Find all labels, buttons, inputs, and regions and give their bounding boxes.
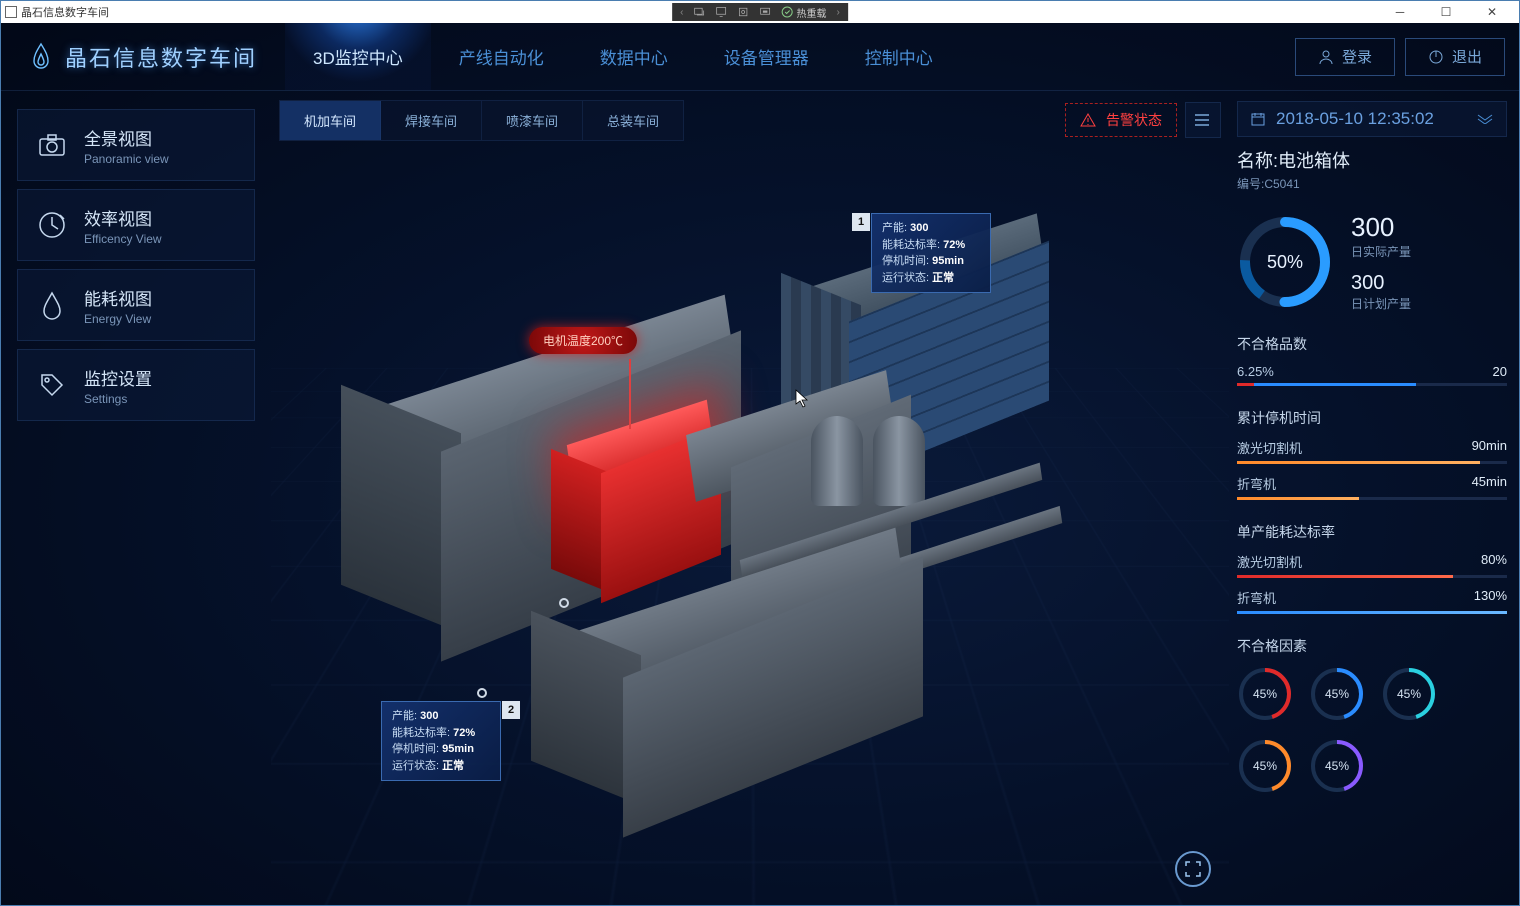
callout-1[interactable]: 1 产能: 300 能耗达标率: 72% 停机时间: 95min 运行状态: 正… xyxy=(871,213,991,293)
energy-row-0: 激光切割机80% xyxy=(1237,552,1507,571)
nav-control-center[interactable]: 控制中心 xyxy=(837,23,961,90)
tab-painting[interactable]: 喷漆车间 xyxy=(482,101,583,140)
hot-reload-indicator[interactable]: 热重载 xyxy=(782,5,827,20)
downtime-row-0: 激光切割机90min xyxy=(1237,438,1507,457)
detail-name: 名称:电池箱体 xyxy=(1237,147,1507,173)
tool-icon-3[interactable] xyxy=(738,6,750,18)
tag-icon xyxy=(36,369,68,401)
sidebar-item-panoramic[interactable]: 全景视图Panoramic view xyxy=(17,109,255,181)
workshop-tabs: 机加车间 焊接车间 喷漆车间 总装车间 xyxy=(279,100,684,141)
flame-icon xyxy=(29,42,53,72)
nav-automation[interactable]: 产线自动化 xyxy=(431,23,572,90)
chevron-left-icon[interactable]: ‹ xyxy=(680,7,683,18)
drop-icon xyxy=(36,289,68,321)
factor-circle-3: 45% xyxy=(1237,738,1293,794)
window-title: 晶石信息数字车间 xyxy=(21,4,109,20)
defective-row: 6.25%20 xyxy=(1237,364,1507,379)
logo-text: 晶石信息数字车间 xyxy=(65,41,257,73)
calendar-icon xyxy=(1250,111,1266,127)
warning-icon xyxy=(1080,112,1096,128)
sidebar-item-efficiency[interactable]: 效率视图Efficency View xyxy=(17,189,255,261)
factor-circle-2: 45% xyxy=(1381,666,1437,722)
logo: 晶石信息数字车间 xyxy=(1,41,285,73)
factor-circles: 45% 45% 45% 45% 45% xyxy=(1237,666,1507,794)
actual-output: 300 xyxy=(1351,212,1411,243)
detail-code: 编号:C5041 xyxy=(1237,175,1507,192)
canvas-area: 机加车间 焊接车间 喷漆车间 总装车间 告警状态 xyxy=(271,91,1229,905)
planned-output: 300 xyxy=(1351,272,1411,295)
nav-device-manager[interactable]: 设备管理器 xyxy=(696,23,837,90)
login-button[interactable]: 登录 xyxy=(1295,38,1395,76)
debug-toolbar: ‹ 热重载 › xyxy=(672,3,848,21)
downtime-title: 累计停机时间 xyxy=(1237,408,1507,428)
clock-icon xyxy=(36,209,68,241)
3d-viewport[interactable]: 电机温度200℃ 1 产能: 300 能耗达标率: 72% 停机时间: 95mi… xyxy=(271,141,1229,905)
factor-circle-1: 45% xyxy=(1309,666,1365,722)
close-button[interactable]: ✕ xyxy=(1469,2,1515,22)
tool-icon-2[interactable] xyxy=(716,6,728,18)
top-nav: 晶石信息数字车间 3D监控中心 产线自动化 数据中心 设备管理器 控制中心 登录… xyxy=(1,23,1519,91)
sidebar: 全景视图Panoramic view 效率视图Efficency View 能耗… xyxy=(1,91,271,905)
logout-button[interactable]: 退出 xyxy=(1405,38,1505,76)
nav-3d-monitor[interactable]: 3D监控中心 xyxy=(285,23,431,90)
maximize-button[interactable]: ☐ xyxy=(1423,2,1469,22)
completion-gauge: 50% xyxy=(1237,214,1333,310)
downtime-row-1: 折弯机45min xyxy=(1237,474,1507,493)
nav-data-center[interactable]: 数据中心 xyxy=(572,23,696,90)
sidebar-item-settings[interactable]: 监控设置Settings xyxy=(17,349,255,421)
power-icon xyxy=(1428,49,1444,65)
fullscreen-button[interactable] xyxy=(1175,851,1211,887)
energy-row-1: 折弯机130% xyxy=(1237,588,1507,607)
factors-title: 不合格因素 xyxy=(1237,636,1507,656)
tool-icon-1[interactable] xyxy=(694,6,706,18)
window-titlebar: 晶石信息数字车间 ‹ 热重载 › ─ ☐ ✕ xyxy=(1,1,1519,23)
chevron-down-icon xyxy=(1476,109,1494,129)
right-panel: 2018-05-10 12:35:02 名称:电池箱体 编号:C5041 xyxy=(1229,91,1519,905)
sidebar-item-energy[interactable]: 能耗视图Energy View xyxy=(17,269,255,341)
temperature-badge: 电机温度200℃ xyxy=(529,327,637,354)
camera-icon xyxy=(36,129,68,161)
user-icon xyxy=(1318,49,1334,65)
energy-title: 单产能耗达标率 xyxy=(1237,522,1507,542)
factor-circle-0: 45% xyxy=(1237,666,1293,722)
list-toggle-button[interactable] xyxy=(1185,102,1221,138)
chevron-right-icon[interactable]: › xyxy=(837,7,840,18)
factor-circle-4: 45% xyxy=(1309,738,1365,794)
defective-title: 不合格品数 xyxy=(1237,334,1507,354)
tab-machining[interactable]: 机加车间 xyxy=(280,101,381,140)
callout-2[interactable]: 2 产能: 300 能耗达标率: 72% 停机时间: 95min 运行状态: 正… xyxy=(381,701,501,781)
minimize-button[interactable]: ─ xyxy=(1377,2,1423,22)
app-icon xyxy=(5,6,17,18)
tab-welding[interactable]: 焊接车间 xyxy=(381,101,482,140)
tool-icon-4[interactable] xyxy=(760,6,772,18)
alarm-status[interactable]: 告警状态 xyxy=(1065,103,1177,137)
tab-assembly[interactable]: 总装车间 xyxy=(583,101,683,140)
date-picker[interactable]: 2018-05-10 12:35:02 xyxy=(1237,101,1507,137)
